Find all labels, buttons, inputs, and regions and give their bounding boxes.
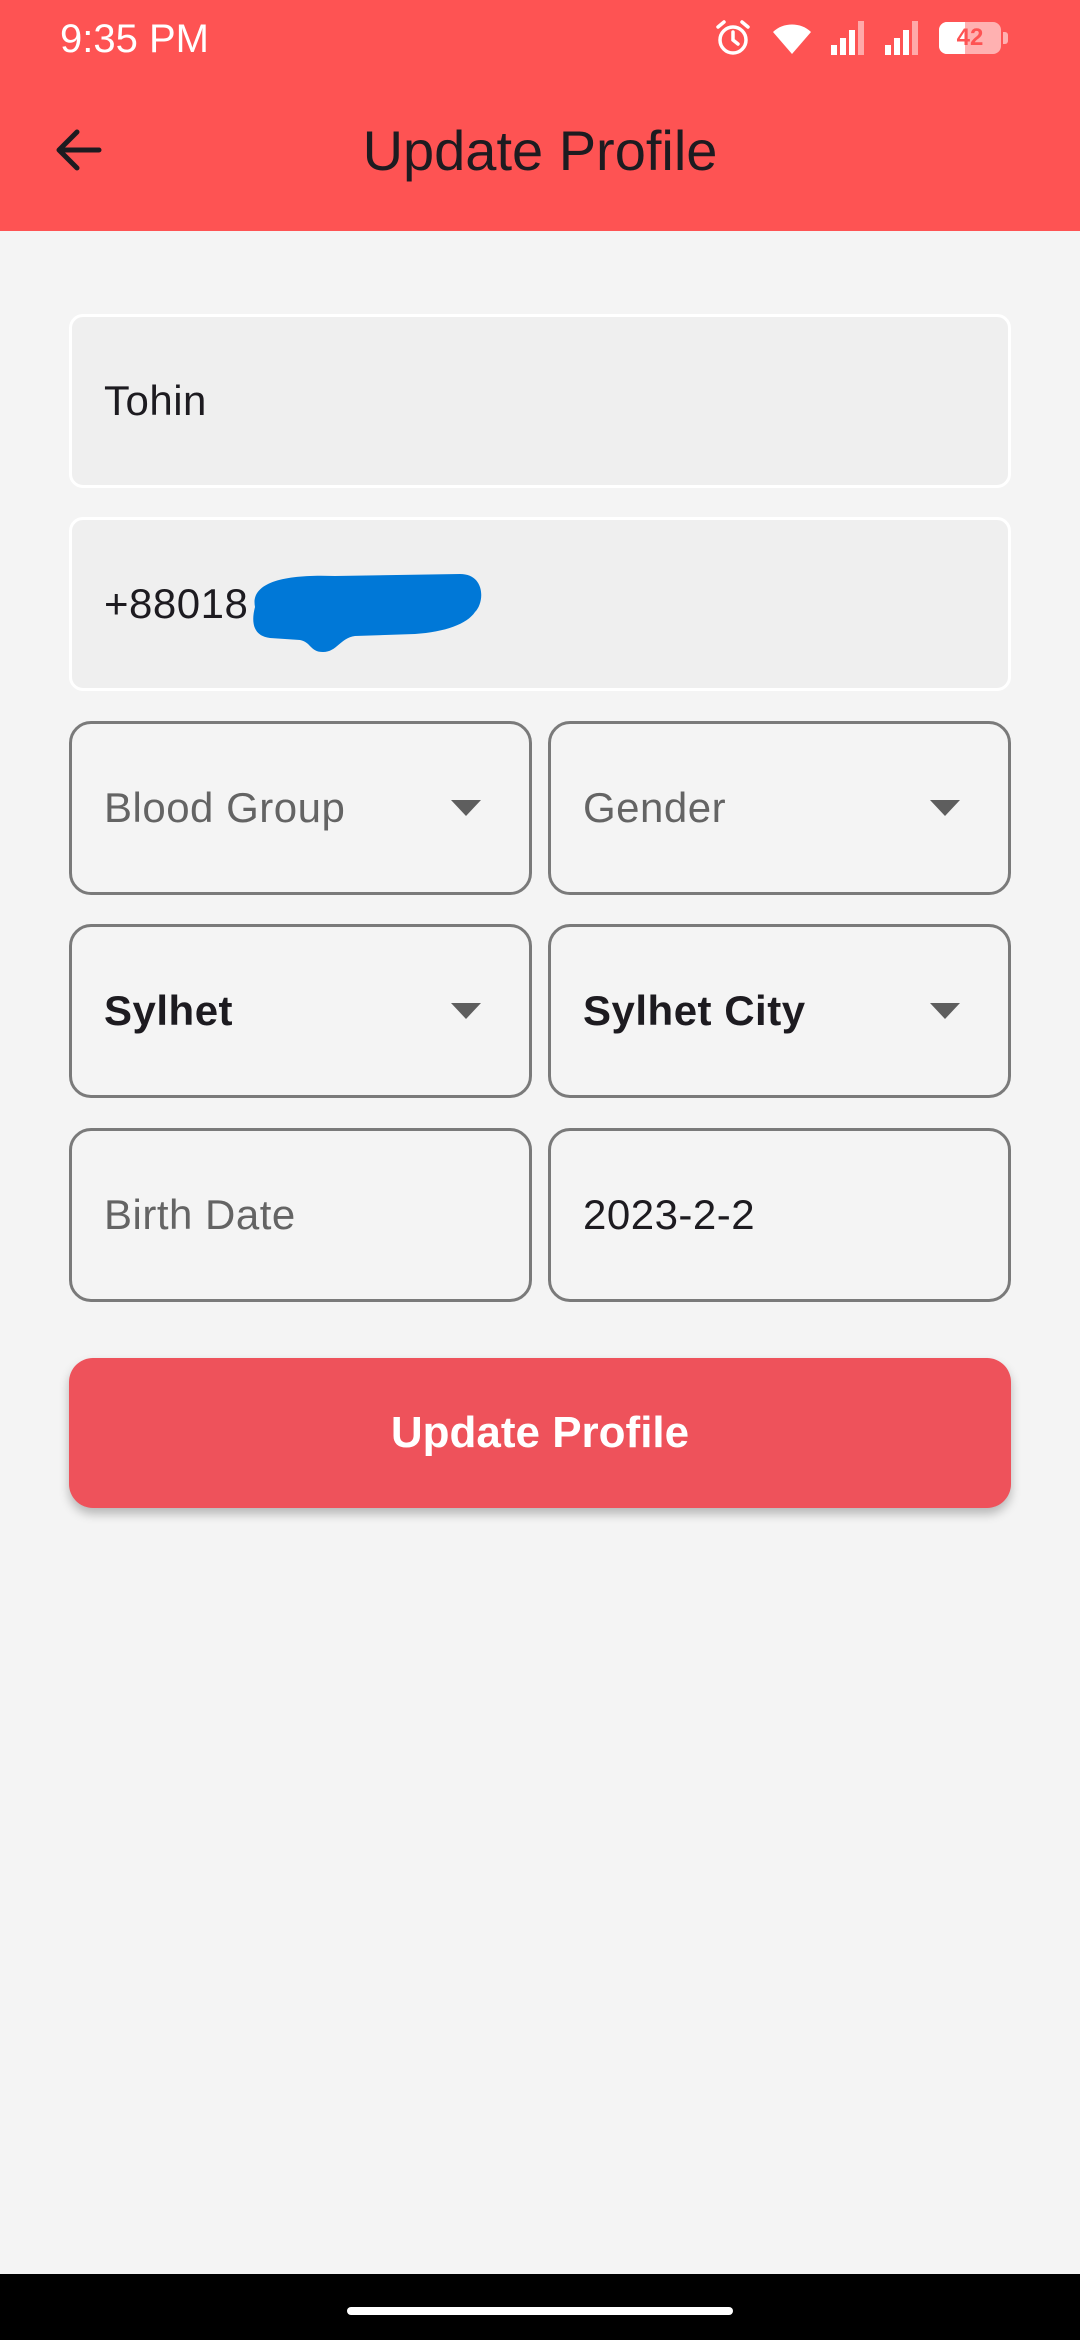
birth-date-placeholder: Birth Date [104, 1191, 296, 1238]
dropdown-arrow-icon [451, 1003, 481, 1019]
app-bar: 9:35 PM 42 Update Profile [0, 0, 1080, 231]
name-field[interactable]: Tohin [69, 314, 1011, 488]
signal-icon [831, 21, 867, 55]
city-dropdown[interactable]: Sylhet City [548, 924, 1011, 1098]
dropdown-arrow-icon [930, 800, 960, 816]
phone-field[interactable]: +88018 [69, 517, 1011, 691]
dropdown-arrow-icon [451, 800, 481, 816]
division-value: Sylhet [104, 987, 234, 1034]
dropdown-arrow-icon [930, 1003, 960, 1019]
blood-group-placeholder: Blood Group [104, 784, 346, 831]
status-time: 9:35 PM [60, 17, 209, 61]
blood-group-dropdown[interactable]: Blood Group [69, 721, 532, 895]
city-value: Sylhet City [583, 987, 806, 1034]
division-dropdown[interactable]: Sylhet [69, 924, 532, 1098]
status-icons: 42 [713, 18, 1008, 58]
signal-icon [885, 21, 921, 55]
battery-level: 42 [956, 24, 984, 51]
redaction-scribble [253, 574, 482, 652]
date-value: 2023-2-2 [583, 1191, 756, 1238]
page-title: Update Profile [362, 119, 718, 182]
battery-icon: 42 [939, 22, 1001, 54]
battery-tip [1003, 32, 1008, 44]
birth-date-field[interactable]: Birth Date [69, 1128, 532, 1302]
update-profile-button[interactable]: Update Profile [69, 1358, 1011, 1508]
phone-field-value: +88018 [104, 580, 249, 627]
home-indicator[interactable] [347, 2307, 733, 2315]
alarm-icon [713, 18, 753, 58]
wifi-icon [771, 20, 813, 56]
gender-dropdown[interactable]: Gender [548, 721, 1011, 895]
gender-placeholder: Gender [583, 784, 727, 831]
date-value-field[interactable]: 2023-2-2 [548, 1128, 1011, 1302]
name-field-value: Tohin [104, 377, 207, 424]
